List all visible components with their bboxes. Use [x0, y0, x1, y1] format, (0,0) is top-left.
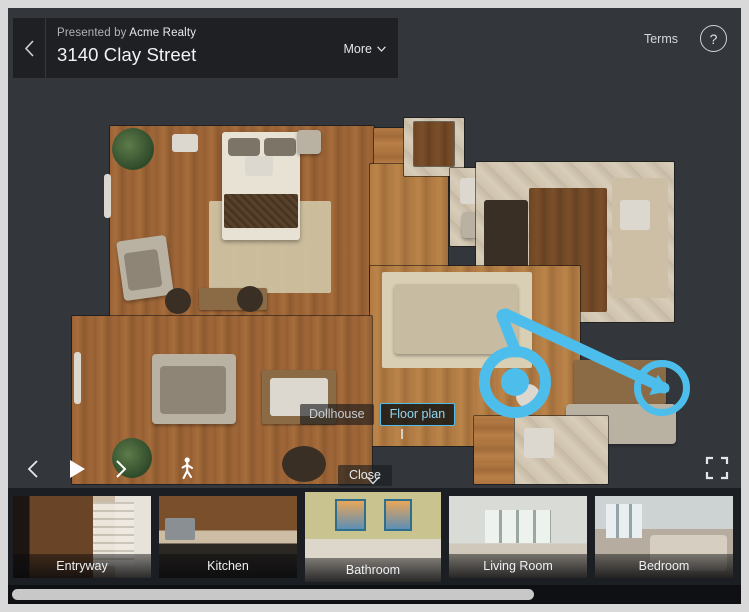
floorplan-model[interactable] — [64, 116, 690, 486]
more-menu-button[interactable]: More — [344, 42, 386, 56]
plan-armchair-cushion — [123, 248, 163, 292]
previous-button[interactable] — [18, 454, 48, 484]
plan-pillow-right — [264, 138, 296, 156]
plan-dining-sofa-cushion — [160, 366, 226, 414]
room-thumbnail-strip[interactable]: Entryway Kitchen Bathroom Living Room Be… — [8, 488, 741, 585]
fullscreen-expand-icon — [705, 456, 729, 480]
presented-by-line: Presented by Acme Realty — [57, 26, 344, 41]
thumbnail-bedroom[interactable]: Bedroom — [595, 495, 733, 578]
viewer-controls — [8, 440, 741, 488]
direction-arrow-glyph — [648, 374, 674, 402]
thumbnail-entryway[interactable]: Entryway — [13, 495, 151, 578]
terms-link[interactable]: Terms — [644, 32, 678, 46]
more-menu-label: More — [343, 42, 372, 56]
view-mode-switcher: Dollhouse Floor plan — [300, 403, 456, 426]
brand-name: Acme Realty — [129, 27, 197, 39]
plan-side-table — [165, 288, 191, 314]
plan-living-inner-rug — [394, 284, 518, 354]
mode-dollhouse-button[interactable]: Dollhouse — [300, 404, 374, 425]
play-button[interactable] — [62, 454, 92, 484]
plan-nightstand-left — [172, 134, 198, 152]
plan-sink — [620, 200, 650, 230]
thumbnail-label: Kitchen — [159, 553, 297, 578]
question-mark-icon: ? — [709, 30, 718, 47]
horizontal-scrollbar-track[interactable] — [8, 585, 741, 604]
plan-window-bedroom — [104, 174, 111, 218]
next-button[interactable] — [106, 454, 136, 484]
chevron-right-icon — [116, 460, 127, 478]
plan-stove — [484, 200, 528, 268]
play-icon — [70, 460, 85, 478]
plan-nightstand-right — [297, 130, 321, 154]
thumbnail-living-room[interactable]: Living Room — [449, 495, 587, 578]
help-button[interactable]: ? — [700, 25, 727, 52]
thumbnail-bathroom[interactable]: Bathroom — [305, 491, 441, 582]
mode-floorplan-button[interactable]: Floor plan — [379, 403, 456, 426]
chevron-left-icon — [24, 39, 34, 57]
horizontal-scrollbar-thumb[interactable] — [12, 589, 534, 600]
plan-closet — [414, 122, 454, 166]
thumbnail-label: Bathroom — [305, 557, 441, 582]
plan-basket — [237, 286, 263, 312]
plan-plant-bedroom — [112, 128, 154, 170]
view-direction-arrow-icon[interactable] — [634, 360, 690, 416]
property-info: Presented by Acme Realty 3140 Clay Stree… — [46, 18, 344, 78]
back-button[interactable] — [13, 18, 46, 78]
fullscreen-button[interactable] — [705, 456, 729, 480]
walking-person-icon — [181, 457, 194, 480]
page-title: 3140 Clay Street — [57, 44, 197, 65]
presented-by-prefix: Presented by — [57, 27, 130, 39]
plan-bed-blanket — [224, 194, 298, 228]
tooltip-stem — [401, 429, 403, 439]
thumbnail-kitchen[interactable]: Kitchen — [159, 495, 297, 578]
thumbnail-label: Entryway — [13, 553, 151, 578]
plan-window-dining — [74, 352, 81, 404]
plan-pillow-left — [228, 138, 260, 156]
chevron-down-icon — [377, 46, 386, 52]
walkthrough-button[interactable] — [172, 454, 202, 484]
thumbnail-label: Living Room — [449, 553, 587, 578]
plan-kitchen-counter — [612, 178, 668, 298]
property-header: Presented by Acme Realty 3140 Clay Stree… — [13, 18, 398, 78]
position-dot-icon[interactable] — [501, 368, 529, 396]
playback-controls — [18, 454, 202, 484]
app-window: Presented by Acme Realty 3140 Clay Stree… — [8, 8, 741, 604]
plan-bed-tray — [245, 156, 273, 176]
thumbnail-label: Bedroom — [595, 553, 733, 578]
header-actions: Terms ? — [644, 25, 727, 52]
floorplan-viewport[interactable]: Presented by Acme Realty 3140 Clay Stree… — [8, 8, 741, 488]
chevron-left-icon — [27, 460, 38, 478]
